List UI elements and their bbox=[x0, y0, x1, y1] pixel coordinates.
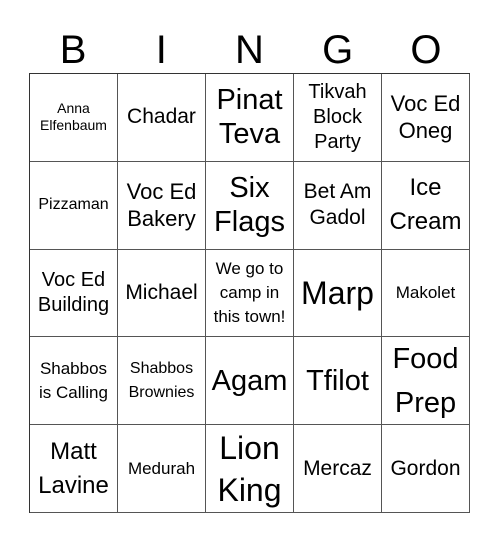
cell-text: Matt Lavine bbox=[38, 437, 109, 499]
bingo-cell[interactable]: Voc Ed Bakery bbox=[118, 161, 206, 250]
cell-text: Shabbos is Calling bbox=[39, 358, 108, 402]
cell-text: Tfilot bbox=[306, 364, 369, 397]
cell-text: Voc Ed Oneg bbox=[390, 91, 461, 144]
cell-text: Ice Cream bbox=[389, 174, 462, 236]
bingo-cell[interactable]: Pinat Teva bbox=[206, 74, 294, 162]
bingo-cell[interactable]: Chadar bbox=[118, 74, 206, 162]
bingo-cell[interactable]: Six Flags bbox=[206, 161, 294, 250]
cell-text: Tikvah Block Party bbox=[308, 80, 367, 153]
bingo-cell[interactable]: Anna Elfenbaum bbox=[30, 74, 118, 162]
bingo-cell[interactable]: Bet Am Gadol bbox=[294, 161, 382, 250]
bingo-cell[interactable]: Voc Ed Building bbox=[30, 249, 118, 338]
bingo-cell[interactable]: Matt Lavine bbox=[30, 425, 118, 513]
cell-text: Voc Ed Bakery bbox=[126, 179, 197, 232]
cell-text: Bet Am Gadol bbox=[303, 180, 372, 230]
bingo-cell[interactable]: Agam bbox=[206, 337, 294, 426]
bingo-cell[interactable]: Pizzaman bbox=[30, 161, 118, 250]
cell-text: Pinat Teva bbox=[216, 84, 283, 151]
cell-text: Marp bbox=[301, 274, 374, 311]
bingo-cell[interactable]: We go to camp in this town! bbox=[206, 249, 294, 338]
bingo-cell[interactable]: Marp bbox=[294, 249, 382, 338]
bingo-cell[interactable]: Medurah bbox=[118, 425, 206, 513]
cell-text: Medurah bbox=[127, 458, 196, 478]
cell-text: Gordon bbox=[390, 456, 461, 480]
bingo-cell[interactable]: Gordon bbox=[382, 425, 470, 513]
bingo-header: B I N G O bbox=[29, 28, 470, 72]
header-letter-n: N bbox=[235, 28, 264, 72]
cell-text: Anna Elfenbaum bbox=[40, 100, 107, 134]
header-letter-g: G bbox=[322, 28, 354, 72]
bingo-cell[interactable]: Tikvah Block Party bbox=[294, 74, 382, 162]
bingo-cell[interactable]: Voc Ed Oneg bbox=[382, 74, 470, 162]
cell-text: Lion King bbox=[217, 429, 282, 508]
bingo-grid: Anna Elfenbaum Chadar Pinat Teva Tikvah … bbox=[29, 73, 470, 513]
bingo-cell[interactable]: Mercaz bbox=[294, 425, 382, 513]
bingo-cell[interactable]: Ice Cream bbox=[382, 161, 470, 250]
cell-text: Food Prep bbox=[392, 342, 459, 419]
cell-text: Michael bbox=[125, 280, 198, 304]
bingo-cell[interactable]: Shabbos is Calling bbox=[30, 337, 118, 426]
cell-text: Voc Ed Building bbox=[37, 268, 110, 316]
cell-text: Pizzaman bbox=[38, 196, 109, 214]
cell-text: Shabbos Brownies bbox=[128, 359, 195, 401]
cell-text: Six Flags bbox=[214, 172, 285, 239]
bingo-cell[interactable]: Shabbos Brownies bbox=[118, 337, 206, 426]
header-letter-o: O bbox=[410, 28, 442, 72]
cell-text: Chadar bbox=[127, 105, 196, 129]
header-letter-b: B bbox=[59, 28, 87, 72]
bingo-cell[interactable]: Food Prep bbox=[382, 337, 470, 426]
bingo-cell[interactable]: Lion King bbox=[206, 425, 294, 513]
cell-text: Agam bbox=[211, 364, 288, 397]
cell-text: Makolet bbox=[395, 282, 456, 302]
header-letter-i: I bbox=[155, 28, 167, 72]
cell-text: We go to camp in this town! bbox=[213, 258, 286, 326]
bingo-cell[interactable]: Michael bbox=[118, 249, 206, 338]
bingo-cell[interactable]: Tfilot bbox=[294, 337, 382, 426]
cell-text: Mercaz bbox=[303, 456, 372, 480]
bingo-cell[interactable]: Makolet bbox=[382, 249, 470, 338]
